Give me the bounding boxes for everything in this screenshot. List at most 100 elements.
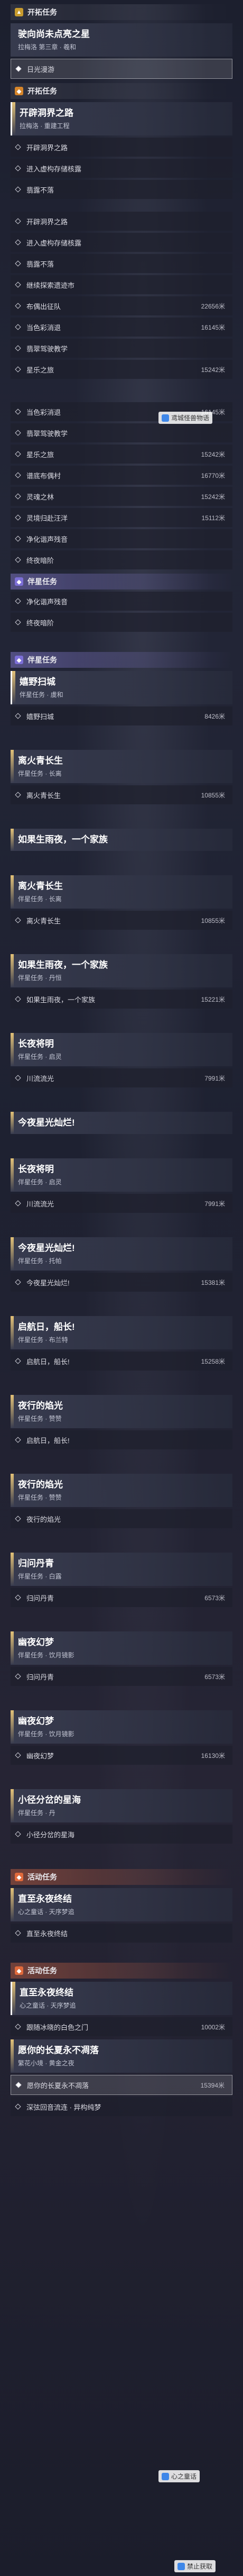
step-label: 今夜星光灿烂! [26,1278,70,1287]
step-label: 川流流光 [26,1200,54,1208]
quest-step[interactable]: 如果生雨夜，一个家族 15221米 [11,990,232,1009]
quest-step[interactable]: 翡翠驾驶教学 [11,339,232,358]
quest-step[interactable]: 直至永夜终结 [11,1924,232,1943]
quest-card[interactable]: 长夜将明 伴星任务 · 启灵 [11,1033,232,1066]
quest-card[interactable]: 离火青长生 伴星任务 · 长离 [11,875,232,909]
quest-ribbon [11,829,14,851]
step-marker-icon [15,303,21,309]
quest-subtitle: 伴星任务 · 托帕 [18,1257,62,1265]
quest-title: 愿你的长夏永不凋落 [18,2045,99,2055]
quest-ribbon [11,1237,14,1271]
quest-step[interactable]: 继续探索遗迹市 [11,275,232,294]
step-marker-icon [15,619,21,625]
quest-step[interactable]: 翡翠驾驶教学 [11,423,232,442]
quest-step[interactable]: 灵魂之林 15242米 [11,487,232,506]
quest-step[interactable]: 川流流光 7991米 [11,1068,232,1087]
quest-step[interactable]: 今夜星光灿烂! 15381米 [11,1273,232,1292]
quest-step[interactable]: 翡露不落 [11,180,232,199]
watermark-logo-icon [162,414,169,422]
quest-card[interactable]: 启航日，船长! 伴星任务 · 布兰特 [11,1316,232,1349]
quest-title: 今夜星光灿烂! [18,1243,75,1253]
quest-ribbon [12,1982,15,2015]
quest-step[interactable]: 离火青长生 10855米 [11,911,232,930]
quest-step[interactable]: 归问丹青 6573米 [11,1588,232,1607]
watermark-logo-icon [177,2562,185,2570]
quest-step[interactable]: 开辟洞界之路 [11,138,232,157]
step-marker-icon [15,409,21,415]
main-quest-card[interactable]: 驶向尚未点亮之星 拉梅洛 第三章 · 羲和 [11,23,232,57]
quest-card[interactable]: 如果生雨夜，一个家族 伴星任务 · 丹恒 [11,954,232,987]
quest-card[interactable]: 幽夜幻梦 伴星任务 · 饮月镜影 [11,1710,232,1744]
quest-step[interactable]: 川流流光 7991米 [11,1194,232,1213]
quest-step[interactable]: 当色彩消退 16145米 [11,318,232,337]
step-distance: 10002米 [201,2023,225,2031]
quest-step[interactable]: 深弦回音流连 · 异构纯梦 [11,2097,232,2116]
step-distance: 7991米 [204,1074,225,1082]
quest-step[interactable]: 愿你的长夏永不凋落 15394米 [11,2075,232,2095]
step-marker-icon [15,260,21,267]
quest-card[interactable]: 离火青长生 伴星任务 · 长离 [11,750,232,783]
step-marker-icon [15,2024,21,2030]
quest-card[interactable]: 归问丹青 伴星任务 · 白露 [11,1553,232,1586]
quest-step[interactable]: 翡露不落 [11,254,232,273]
quest-card[interactable]: 今夜星光灿烂! 伴星任务 · 托帕 [11,1237,232,1271]
quest-step[interactable]: 星乐之旅 15242米 [11,445,232,464]
quest-card[interactable]: 幽夜幻梦 伴星任务 · 饮月镜影 [11,1631,232,1665]
step-label: 净化谐声残音 [26,597,68,606]
quest-card[interactable]: 小径分岔的星海 伴星任务 · 丹 [11,1789,232,1822]
step-marker-icon [15,1752,21,1758]
quest-step[interactable]: 幽夜幻梦 16130米 [11,1746,232,1765]
quest-card[interactable]: 夜行的焰光 伴星任务 · 赞赞 [11,1474,232,1507]
task-category-icon: ◆ [15,1966,23,1975]
quest-card[interactable]: 夜行的焰光 伴星任务 · 赞赞 [11,1395,232,1428]
quest-card[interactable]: 开辟洞界之路 拉梅洛 · 重建工程 [11,102,232,135]
quest-step[interactable]: 灵境归赴汪洋 15112米 [11,508,232,527]
step-label: 离火青长生 [26,791,61,800]
quest-ribbon [11,1888,14,1921]
quest-step[interactable]: 离火青长生 10855米 [11,785,232,804]
quest-step[interactable]: 跟随冰晓的白色之门 10002米 [11,2017,232,2036]
quest-step[interactable]: 终夜暗阶 [11,550,232,569]
quest-card[interactable]: 如果生雨夜，一个家族 [11,829,232,851]
step-distance: 15242米 [201,493,225,501]
step-label: 当色彩消退 [26,408,61,416]
quest-step[interactable]: 终夜暗阶 [11,613,232,632]
quest-ribbon [11,1395,14,1428]
quest-step[interactable]: 归问丹青 6573米 [11,1667,232,1686]
quest-card[interactable]: 直至永夜终结 心之童话 · 天序梦追 [11,1888,232,1921]
quest-step[interactable]: 净化谐声残音 [11,592,232,611]
quest-step[interactable]: 谱底布偶村 16770米 [11,466,232,485]
current-step[interactable]: 日光漫游 [11,59,232,79]
step-marker-icon [15,2082,22,2088]
quest-card[interactable]: 嬉野扫城 伴星任务 · 虞和 [11,671,232,704]
step-distance: 16145米 [201,323,225,331]
quest-step[interactable]: 嬉野扫城 8426米 [11,706,232,725]
quest-card[interactable]: 长夜将明 伴星任务 · 启灵 [11,1158,232,1192]
quest-card[interactable]: 直至永夜终结 心之童话 · 天序梦追 [11,1982,232,2015]
quest-title: 长夜将明 [18,1164,54,1174]
step-label: 进入虚构存储核露 [26,239,82,247]
quest-step[interactable]: 星乐之旅 15242米 [11,360,232,379]
quest-step[interactable]: 开辟洞界之路 [11,212,232,231]
step-label: 启航日，船长! [26,1436,70,1445]
quest-step[interactable]: 启航日，船长! [11,1430,232,1449]
quest-step[interactable]: 启航日，船长! 15258米 [11,1352,232,1371]
quest-step[interactable]: 布偶出征队 22656米 [11,296,232,315]
quest-subtitle: 伴星任务 · 长离 [18,770,62,777]
quest-subtitle: 伴星任务 · 赞赞 [18,1415,62,1422]
quest-step[interactable]: 进入虚构存储核露 [11,159,232,178]
quest-card[interactable]: 今夜星光灿烂! [11,1112,232,1134]
step-marker-icon [15,1930,21,1936]
task-category-icon: ◆ [15,87,23,95]
quest-step[interactable]: 小径分岔的星海 [11,1825,232,1844]
quest-step[interactable]: 净化谐声残音 [11,529,232,548]
quest-step[interactable]: 进入虚构存储核露 [11,233,232,252]
quest-step[interactable]: 夜行的焰光 [11,1509,232,1528]
step-label: 翡露不落 [26,186,54,194]
quest-card[interactable]: 愿你的长夏永不凋落 繁花小境 · 黄金之夜 [11,2039,232,2073]
